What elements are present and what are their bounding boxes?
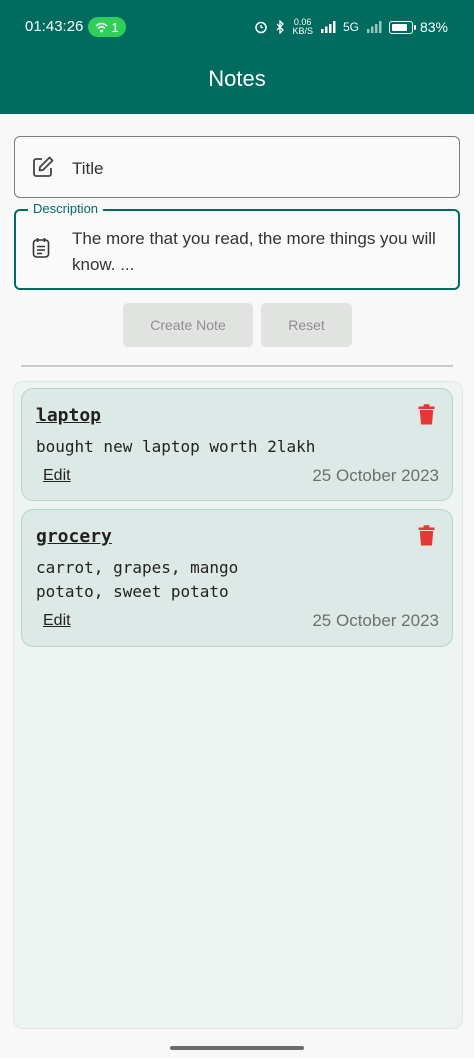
note-list-icon — [32, 238, 50, 258]
edit-link[interactable]: Edit — [43, 467, 71, 485]
home-indicator[interactable] — [170, 1046, 304, 1050]
description-label: Description — [28, 201, 104, 216]
signal-icon — [320, 21, 336, 33]
hotspot-count: 1 — [111, 19, 119, 35]
note-body: bought new laptop worth 2lakh — [36, 437, 316, 456]
note-date: 25 October 2023 — [312, 466, 439, 485]
alarm-icon — [255, 21, 268, 34]
hotspot-badge: 1 — [88, 17, 126, 37]
signal-type-label: 5G — [342, 20, 359, 34]
divider — [21, 365, 453, 367]
battery-fill — [391, 23, 407, 31]
note-title: grocery — [36, 526, 112, 547]
reset-button[interactable]: Reset — [261, 303, 352, 347]
battery-percent: 83% — [419, 19, 448, 35]
bluetooth-icon — [276, 20, 285, 34]
status-icons: 0.06 KB/S 5G 83% — [254, 16, 448, 38]
note-body: carrot, grapes, mango potato, sweet pota… — [36, 558, 239, 601]
title-input[interactable]: Title — [72, 159, 104, 179]
edit-icon — [33, 156, 54, 177]
description-field[interactable]: Description The more that you read, the … — [14, 201, 460, 290]
note-card[interactable]: grocery carrot, grapes, mango potato, sw… — [21, 509, 453, 647]
note-date: 25 October 2023 — [312, 611, 439, 630]
title-field[interactable]: Title — [14, 136, 460, 198]
description-input[interactable]: The more that you read, the more things … — [72, 226, 440, 278]
network-speed-unit: KB/S — [292, 26, 313, 36]
status-bar: 01:43:26 1 0.06 KB/S 5G 83% — [0, 0, 474, 56]
wifi-icon — [95, 22, 108, 32]
create-note-button[interactable]: Create Note — [123, 303, 253, 347]
signal-icon-secondary — [366, 21, 382, 33]
app-title: Notes — [208, 66, 266, 91]
delete-icon[interactable] — [418, 525, 435, 546]
delete-icon[interactable] — [418, 404, 435, 425]
app-bar: 01:43:26 1 0.06 KB/S 5G 83% Notes — [0, 0, 474, 114]
note-title: laptop — [36, 405, 102, 426]
status-time: 01:43:26 — [25, 18, 84, 35]
battery-icon — [388, 20, 416, 34]
note-card[interactable]: laptop bought new laptop worth 2lakh Edi… — [21, 388, 453, 501]
edit-link[interactable]: Edit — [43, 612, 71, 630]
network-speed: 0.06 KB/S — [292, 18, 313, 36]
